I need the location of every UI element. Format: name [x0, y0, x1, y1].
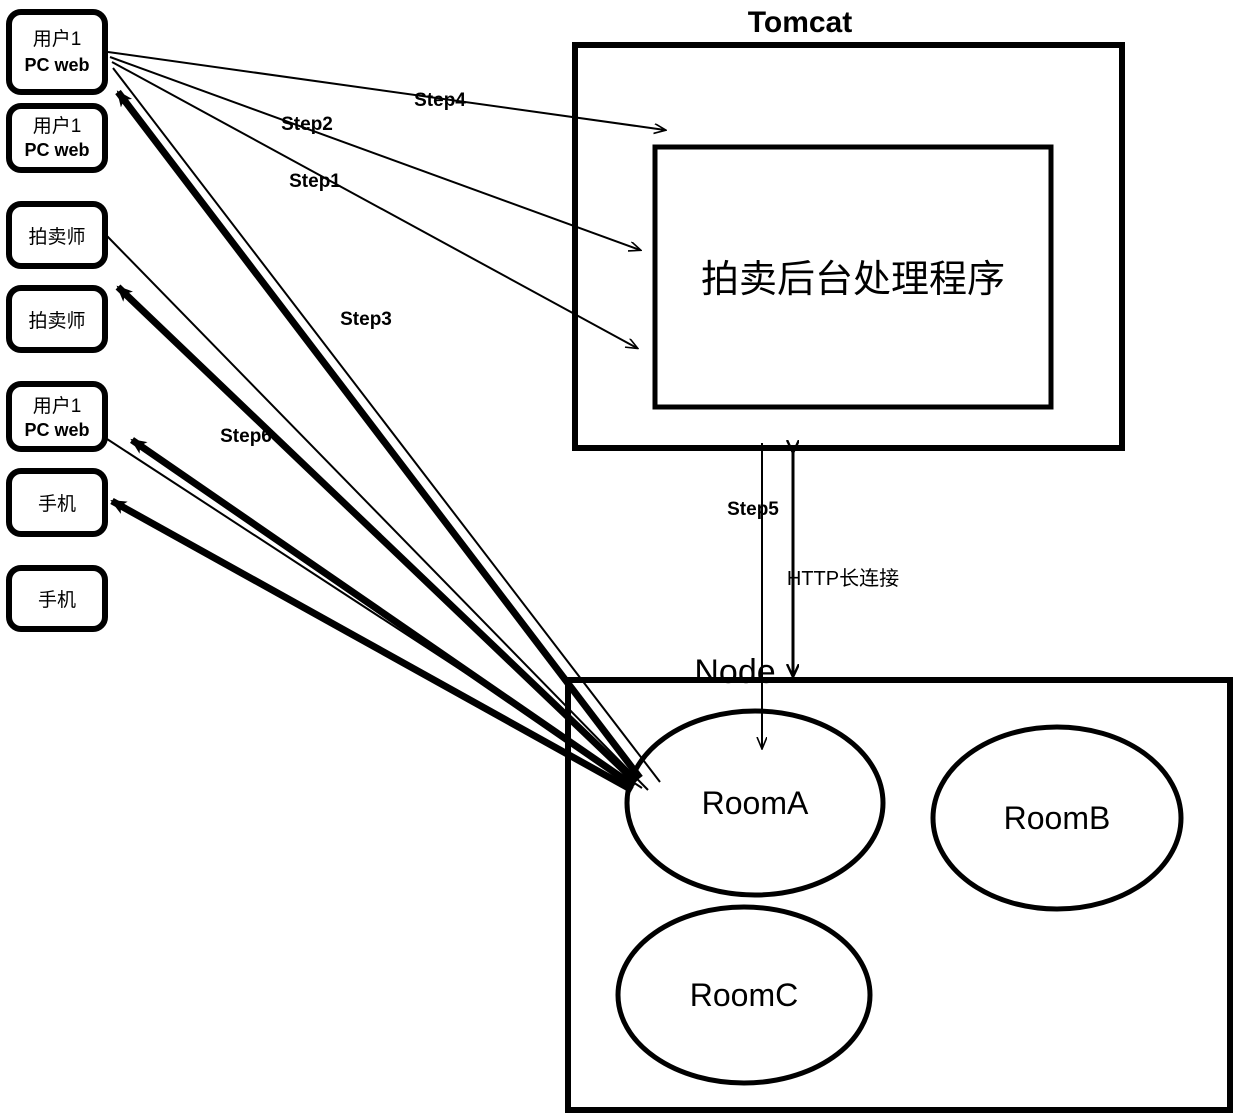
node-container: Node RoomA RoomB RoomC	[565, 653, 1233, 1113]
client-label-line1: 拍卖师	[28, 226, 85, 248]
room-c[interactable]: RoomC	[615, 904, 873, 1086]
room-c-label: RoomC	[690, 977, 798, 1013]
client-label-line1: 拍卖师	[28, 310, 85, 332]
node-label: Node	[694, 653, 775, 691]
client-box[interactable]	[6, 9, 108, 95]
client-user1-pcweb-2[interactable]: 用户1 PC web	[6, 103, 108, 173]
step4-label: Step4	[414, 90, 466, 111]
diagram-canvas: Tomcat 拍卖后台处理程序 Node RoomA RoomB RoomC 用…	[0, 0, 1240, 1120]
client-label-line1: 手机	[38, 493, 76, 515]
architecture-diagram: Tomcat 拍卖后台处理程序 Node RoomA RoomB RoomC 用…	[6, 6, 1233, 1113]
push-to-user1-pcweb-1	[115, 89, 643, 781]
step4-arrow	[107, 51, 665, 130]
client-label-line1: 手机	[38, 589, 76, 611]
push-to-auctioneer-2	[115, 284, 639, 785]
push-flow-lines	[110, 89, 643, 794]
tomcat-title: Tomcat	[748, 6, 852, 39]
step1-label: Step1	[289, 171, 341, 192]
client-mobile-2[interactable]: 手机	[6, 565, 108, 632]
client-label-line2: PC web	[24, 140, 89, 160]
client-mobile-1[interactable]: 手机	[6, 468, 108, 537]
push-to-user1-pcweb-3	[130, 437, 636, 789]
client-label-line2: PC web	[24, 55, 89, 75]
client-user1-pcweb-3[interactable]: 用户1 PC web	[6, 381, 108, 452]
room-b-label: RoomB	[1004, 800, 1111, 836]
room-b[interactable]: RoomB	[930, 724, 1184, 912]
step2-arrow	[109, 56, 640, 250]
http-long-connection-label: HTTP长连接	[787, 567, 899, 590]
client-label-line1: 用户1	[33, 395, 82, 417]
client-auctioneer-2[interactable]: 拍卖师	[6, 285, 108, 353]
push-to-mobile-1	[110, 497, 634, 794]
step3-label: Step3	[340, 309, 392, 330]
client-user1-pcweb-1[interactable]: 用户1 PC web	[6, 9, 108, 95]
http-long-connection	[762, 443, 793, 748]
client-list: 用户1 PC web 用户1 PC web 拍卖师 拍卖师 用户1 PC web	[6, 9, 108, 632]
step2-label: Step2	[281, 114, 333, 135]
request-flow-lines	[103, 51, 665, 791]
step5-label: Step5	[727, 499, 779, 520]
tomcat-container: Tomcat 拍卖后台处理程序	[572, 6, 1125, 451]
client-label-line1: 用户1	[33, 28, 82, 50]
step1-arrow	[111, 61, 637, 348]
step6-label: Step6	[220, 426, 272, 447]
client-label-line1: 用户1	[33, 115, 82, 137]
client-auctioneer-1[interactable]: 拍卖师	[6, 201, 108, 269]
auction-backend-label: 拍卖后台处理程序	[701, 259, 1005, 301]
room-a-label: RoomA	[702, 785, 809, 821]
client-label-line2: PC web	[24, 420, 89, 440]
room-a[interactable]: RoomA	[624, 708, 886, 898]
